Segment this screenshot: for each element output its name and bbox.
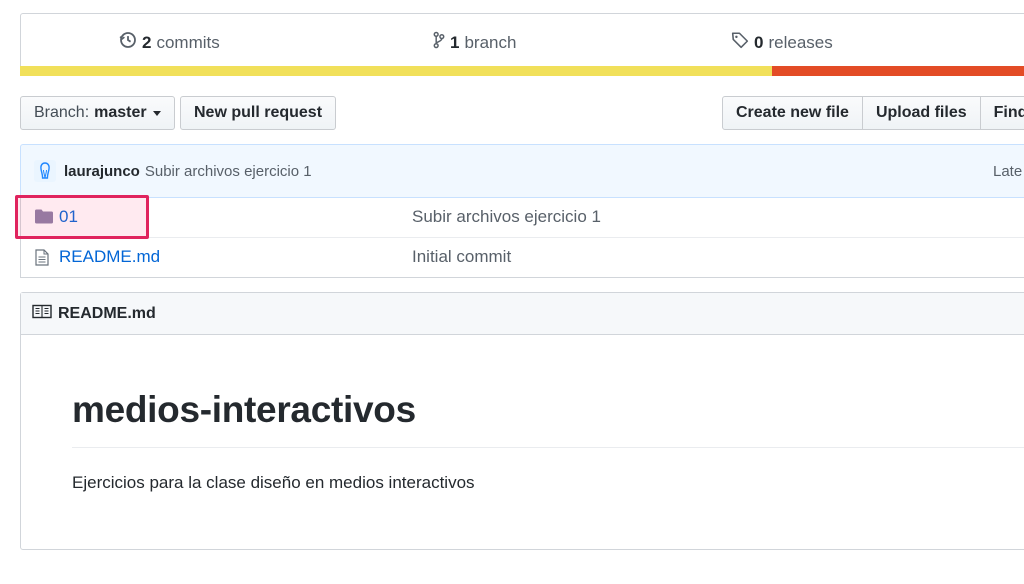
readme-filename[interactable]: README.md — [58, 305, 156, 323]
file-commit-message[interactable]: Subir archivos ejercicio 1 — [412, 207, 601, 227]
commits-label: commits — [156, 32, 220, 52]
highlight-box — [15, 195, 149, 239]
branches-count: 1 — [450, 32, 460, 52]
table-row: README.md Initial commit — [20, 238, 1024, 278]
readme-description: Ejercicios para la clase diseño en medio… — [72, 473, 475, 492]
releases-label: releases — [768, 32, 833, 52]
commits-count: 2 — [142, 32, 152, 52]
avatar[interactable] — [34, 160, 56, 182]
file-commit-message[interactable]: Initial commit — [412, 247, 511, 267]
tag-icon — [731, 31, 749, 54]
language-segment-secondary[interactable] — [772, 66, 1024, 76]
commit-author[interactable]: laurajunco — [64, 163, 140, 180]
find-file-button[interactable]: Find f — [979, 96, 1024, 130]
book-icon — [32, 304, 52, 324]
branch-name: master — [94, 104, 147, 121]
readme-title: medios-interactivos — [72, 389, 416, 430]
releases-link[interactable]: 0 releases — [731, 31, 833, 54]
history-icon — [119, 31, 137, 54]
commits-link[interactable]: 2 commits — [119, 31, 220, 54]
divider — [72, 447, 1024, 448]
branch-select-button[interactable]: Branch: master — [20, 96, 175, 130]
readme-panel: README.md medios-interactivos Ejercicios… — [20, 292, 1024, 550]
latest-commit-label: Late — [993, 162, 1023, 180]
commit-message[interactable]: Subir archivos ejercicio 1 — [145, 163, 312, 180]
branches-link[interactable]: 1 branch — [433, 31, 516, 54]
new-pull-request-button[interactable]: New pull request — [180, 96, 337, 130]
file-icon — [35, 249, 49, 271]
repo-summary: 2 commits 1 branch 0 releases — [20, 13, 1024, 68]
latest-commit-bar: laurajunco Subir archivos ejercicio 1 La… — [20, 144, 1024, 198]
language-segment-primary[interactable] — [20, 66, 772, 76]
create-new-file-button[interactable]: Create new file — [722, 96, 863, 130]
upload-files-button[interactable]: Upload files — [861, 96, 981, 130]
branch-icon — [433, 31, 445, 54]
branches-label: branch — [464, 32, 517, 52]
file-link[interactable]: README.md — [59, 247, 160, 267]
branch-prefix: Branch: — [34, 104, 90, 121]
readme-header: README.md — [21, 293, 1024, 335]
file-actions: Create new file Upload files Find f — [722, 96, 1024, 130]
table-row: 01 Subir archivos ejercicio 1 — [20, 198, 1024, 238]
language-bar[interactable] — [20, 66, 1024, 76]
chevron-down-icon — [152, 110, 161, 116]
releases-count: 0 — [754, 32, 764, 52]
